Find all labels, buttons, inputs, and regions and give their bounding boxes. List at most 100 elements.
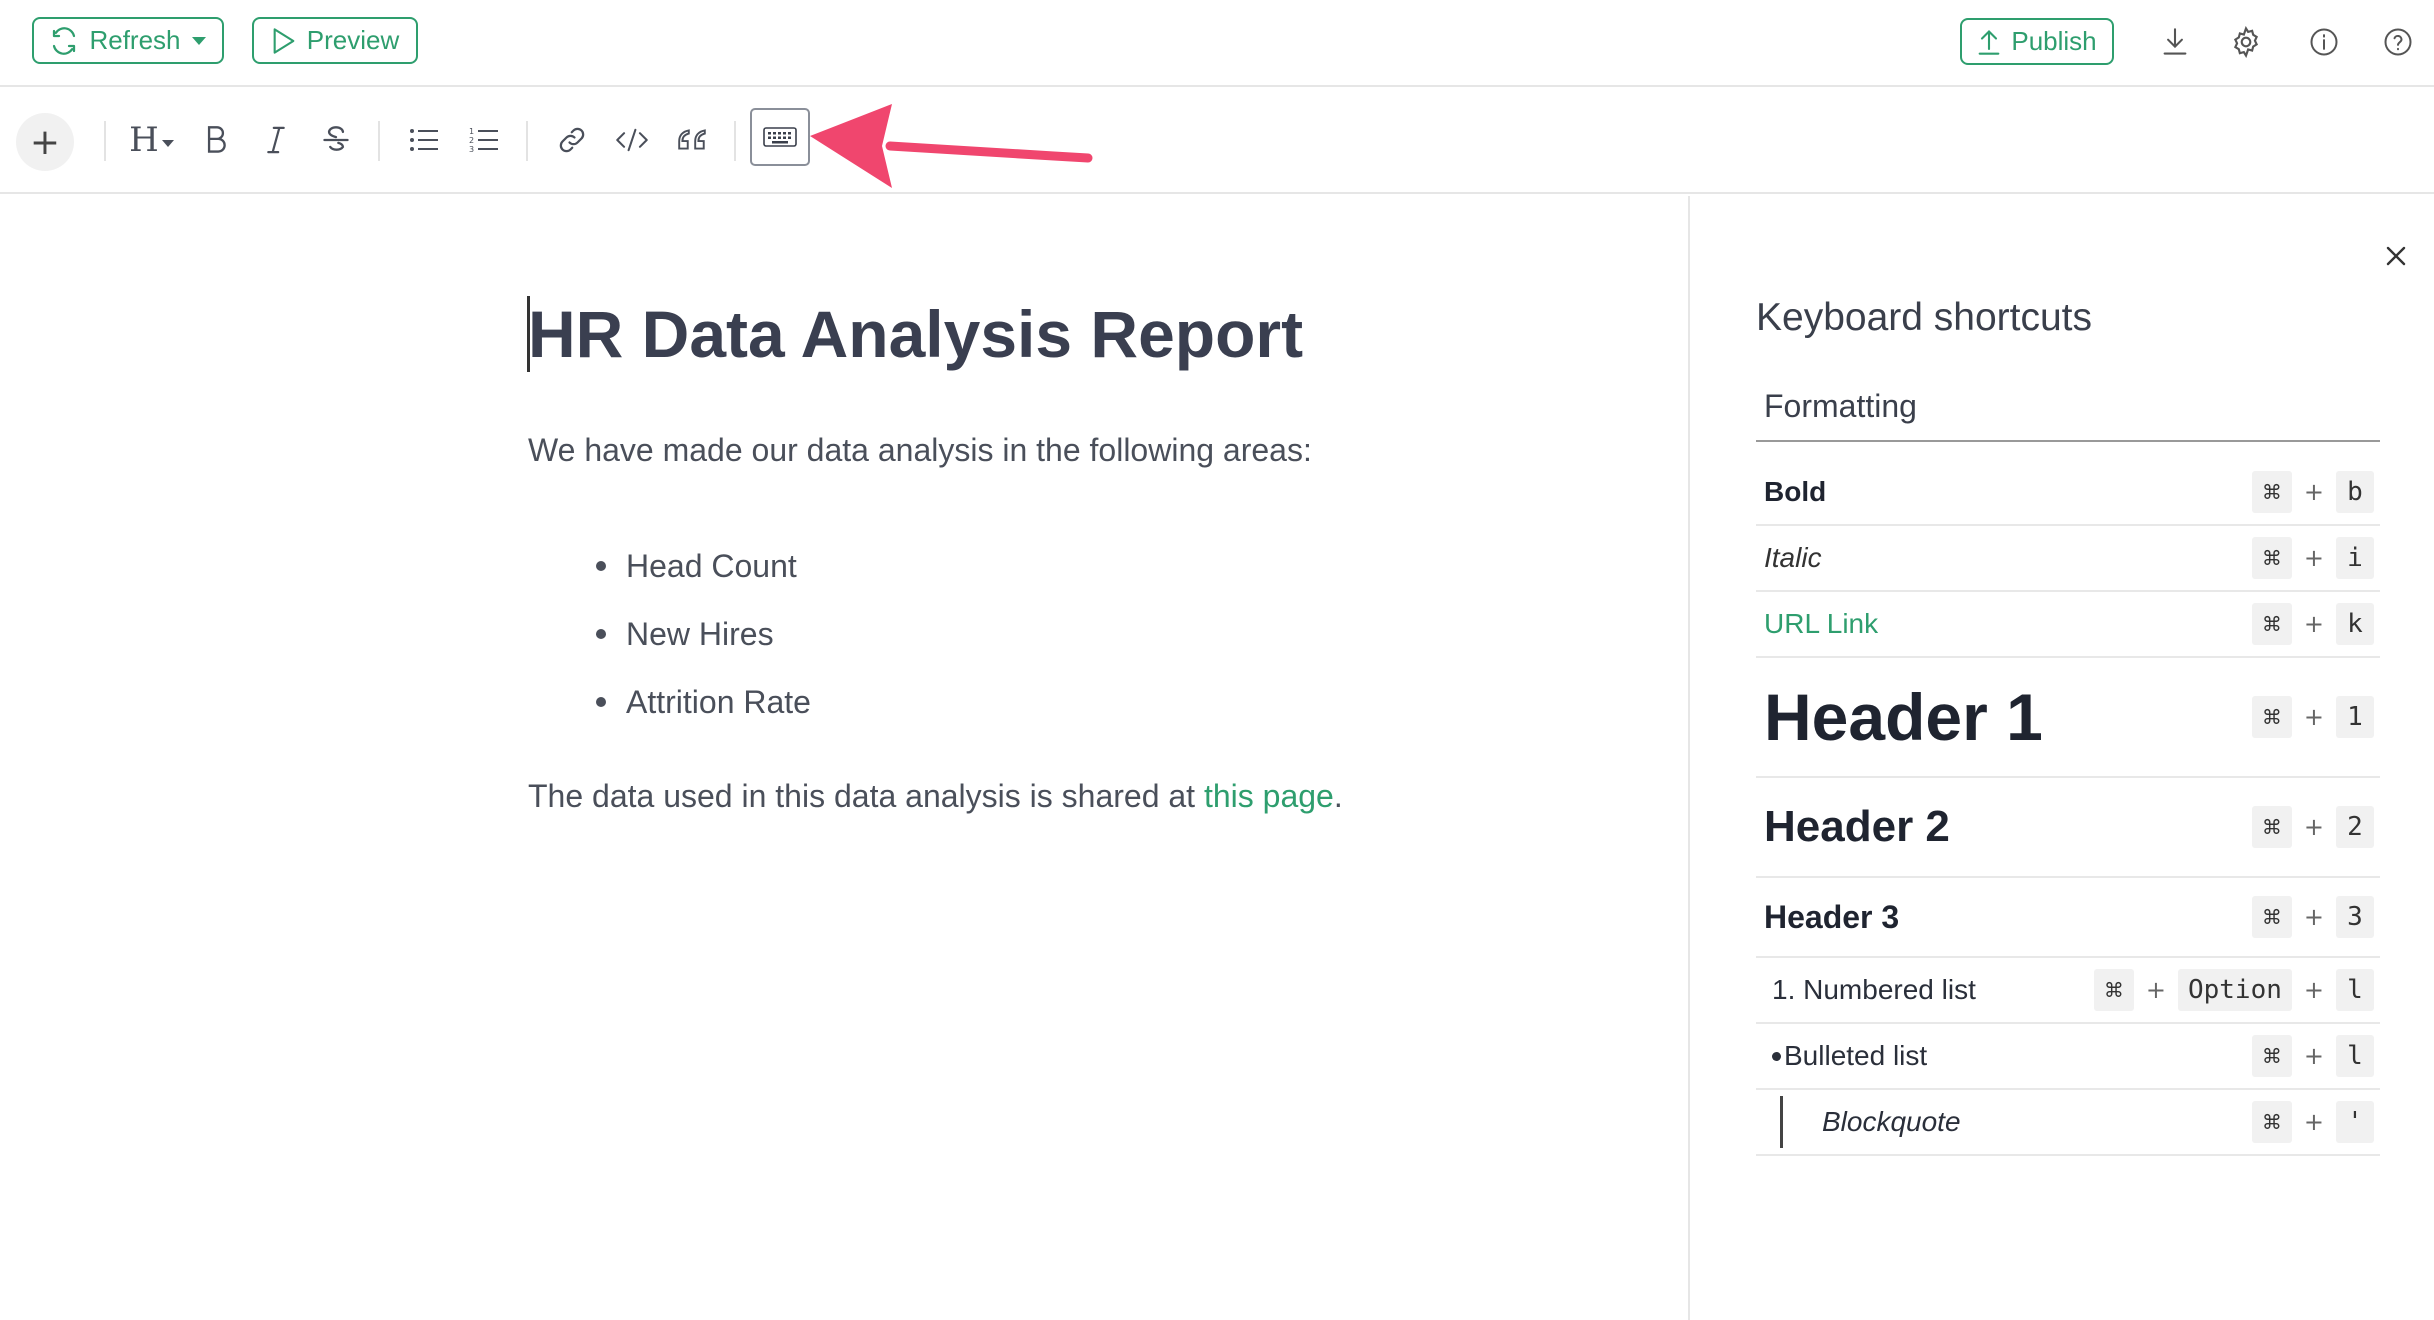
numbered-list-icon: 1 2 3 (469, 127, 498, 154)
quote-button[interactable] (670, 114, 714, 166)
shortcut-row-blockquote: Blockquote ⌘ + ' (1756, 1090, 2380, 1156)
quote-icon (678, 129, 706, 150)
section-title-formatting: Formatting (1764, 388, 1917, 424)
key-separator: + (2303, 1042, 2324, 1070)
toolbar-divider (378, 121, 380, 161)
panel-title: Keyboard shortcuts (1756, 296, 2093, 339)
bullet-icon (1772, 1051, 1781, 1061)
publish-button[interactable]: Publish (1960, 18, 2114, 65)
shortcut-key: 1 (2336, 696, 2374, 738)
key-separator: + (2303, 703, 2324, 731)
shortcut-row-italic: Italic ⌘ + i (1756, 526, 2380, 592)
publish-label: Publish (2011, 26, 2097, 56)
blockquote-bar (1780, 1096, 1783, 1148)
italic-button[interactable] (256, 114, 296, 166)
footer-text: The data used in this data analysis is s… (528, 778, 1204, 814)
preview-label: Preview (306, 25, 400, 55)
play-icon (273, 27, 295, 54)
shortcut-row-header-3: Header 3 ⌘ + 3 (1756, 878, 2380, 958)
shortcut-keys: ⌘ + b (2251, 471, 2374, 513)
heading-dropdown[interactable]: H (124, 114, 180, 166)
command-key-icon: ⌘ (2251, 1035, 2292, 1077)
preview-button[interactable]: Preview (252, 17, 418, 64)
key-separator: + (2303, 813, 2324, 841)
list-item-text: Head Count (626, 547, 797, 584)
shortcut-label: Bold (1764, 476, 1827, 507)
command-key-icon: ⌘ (2251, 603, 2292, 645)
shortcut-keys: ⌘ + ' (2251, 1101, 2374, 1143)
strikethrough-button[interactable] (316, 114, 356, 166)
command-key-icon: ⌘ (2093, 969, 2134, 1011)
add-block-button[interactable]: + (16, 113, 74, 171)
gear-icon[interactable] (2226, 22, 2266, 62)
shortcut-label: URL Link (1764, 608, 1879, 639)
svg-text:2: 2 (469, 136, 474, 145)
command-key-icon: ⌘ (2251, 471, 2292, 513)
document-editor[interactable]: HR Data Analysis Report We have made our… (0, 196, 1688, 1320)
shortcut-row-header-2: Header 2 ⌘ + 2 (1756, 778, 2380, 878)
code-button[interactable] (610, 114, 654, 166)
shortcut-key: k (2336, 603, 2374, 645)
list-item[interactable]: Attrition Rate (596, 668, 811, 736)
shortcut-keys: ⌘ + 2 (2251, 806, 2374, 848)
document-title[interactable]: HR Data Analysis Report (528, 296, 1303, 372)
download-icon[interactable] (2155, 22, 2195, 62)
link-icon (559, 127, 585, 153)
shortcut-keys: ⌘ + k (2251, 603, 2374, 645)
svg-text:1: 1 (469, 127, 474, 136)
italic-icon (267, 126, 285, 154)
footer-period: . (1333, 778, 1343, 814)
key-separator: + (2303, 610, 2324, 638)
list-item[interactable]: Head Count (596, 532, 811, 600)
help-icon[interactable] (2378, 22, 2418, 62)
key-separator: + (2303, 976, 2324, 1004)
link-button[interactable] (550, 114, 594, 166)
keyboard-icon (763, 127, 797, 147)
strikethrough-icon (323, 126, 349, 151)
key-separator: + (2303, 903, 2324, 931)
bold-icon (207, 126, 226, 153)
list-item[interactable]: New Hires (596, 600, 811, 668)
shortcut-keys: ⌘ + Option + l (2093, 969, 2374, 1011)
bold-button[interactable] (196, 114, 236, 166)
key-separator: + (2303, 478, 2324, 506)
code-icon (616, 128, 648, 152)
close-panel-button[interactable] (2378, 238, 2414, 274)
shortcut-label: Blockquote (1822, 1106, 1961, 1137)
bulleted-list-icon (410, 129, 438, 151)
refresh-label: Refresh (89, 25, 181, 55)
key-separator: + (2303, 544, 2324, 572)
refresh-icon (53, 26, 76, 55)
refresh-button[interactable]: Refresh (32, 17, 224, 64)
bullet-icon (596, 629, 606, 639)
this-page-link[interactable]: this page (1204, 778, 1334, 814)
formatting-toolbar: + H 1 2 3 (0, 89, 2434, 194)
shortcut-row-header-1: Header 1 ⌘ + 1 (1756, 658, 2380, 778)
key-separator: + (2303, 1108, 2324, 1136)
shortcut-row-numbered-list: 1. Numbered list ⌘ + Option + l (1756, 958, 2380, 1024)
upload-icon (1978, 29, 2000, 55)
numbered-list-button[interactable]: 1 2 3 (462, 114, 506, 166)
document-intro[interactable]: We have made our data analysis in the fo… (528, 432, 1312, 469)
close-icon (2386, 246, 2406, 266)
shortcut-keys: ⌘ + i (2251, 537, 2374, 579)
shortcut-row-bulleted-list: Bulleted list ⌘ + l (1756, 1024, 2380, 1090)
shortcut-key: b (2336, 471, 2374, 513)
shortcut-label: Header 2 (1764, 802, 1950, 851)
list-item-text: New Hires (626, 615, 774, 652)
section-divider (1756, 440, 2380, 442)
shortcut-key: l (2336, 969, 2374, 1011)
top-bar: Refresh Preview Publish (0, 0, 2434, 87)
key-separator: + (2145, 976, 2166, 1004)
shortcut-keys: ⌘ + 3 (2251, 896, 2374, 938)
document-footer-paragraph[interactable]: The data used in this data analysis is s… (528, 778, 1343, 815)
caret-down-icon (161, 140, 174, 147)
keyboard-shortcuts-button[interactable] (750, 108, 810, 166)
bulleted-list-button[interactable] (402, 114, 446, 166)
info-icon[interactable] (2304, 22, 2344, 62)
shortcut-key: ' (2336, 1101, 2374, 1143)
toolbar-divider (526, 121, 528, 161)
document-bullet-list: Head Count New Hires Attrition Rate (596, 532, 811, 736)
command-key-icon: ⌘ (2251, 537, 2292, 579)
command-key-icon: ⌘ (2251, 896, 2292, 938)
